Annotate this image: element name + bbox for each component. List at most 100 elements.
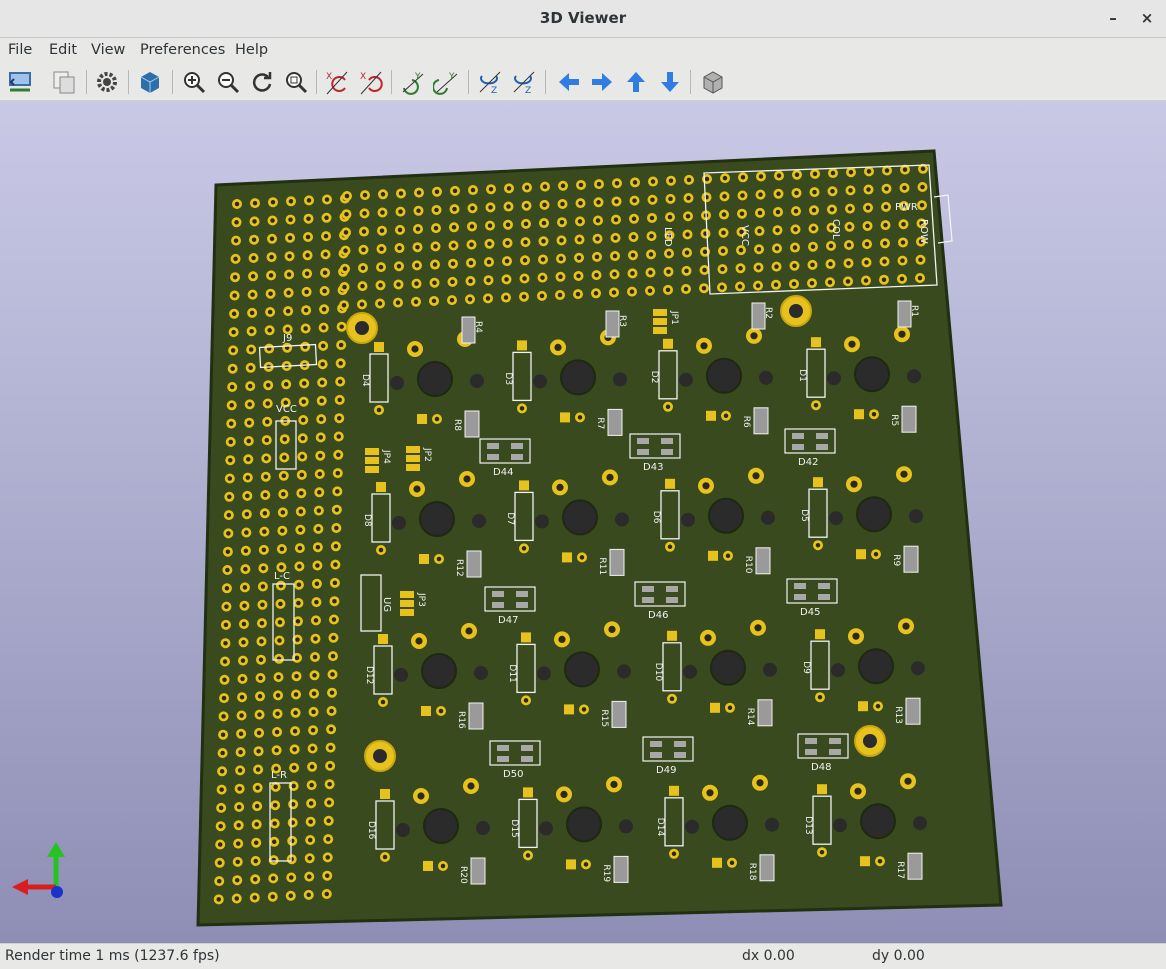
pad-drill [242, 603, 247, 608]
reload-board-icon[interactable] [6, 68, 34, 96]
pan-up-icon[interactable] [622, 68, 650, 96]
pad-drill [864, 241, 870, 247]
pad-drill [335, 489, 340, 494]
pad-drill [523, 698, 529, 703]
rotate-y-cw-icon[interactable]: Y [399, 68, 427, 96]
row-label: ROW [918, 219, 929, 244]
pad-drill [252, 895, 258, 900]
3d-viewport[interactable]: D4 R8 D3 R7 D2 R6 D1 R5 D8 R12 D7 R11 D6 R10 D5 R9 D12 R1… [0, 101, 1166, 943]
pad-drill [397, 227, 403, 233]
pad-drill [727, 705, 733, 711]
led-pad [521, 756, 533, 762]
pad-drill [611, 290, 617, 295]
pad-drill [260, 584, 266, 589]
pad-drill [451, 243, 456, 248]
pad-drill [846, 260, 851, 266]
pad-drill [300, 417, 306, 423]
menu-file[interactable]: File [8, 42, 32, 58]
pad-drill [328, 727, 334, 732]
pad-drill [247, 383, 253, 389]
pad-drill [901, 222, 906, 227]
pad-drill [303, 307, 309, 313]
pad-drill [434, 416, 440, 422]
rotate-x-cw-icon[interactable]: X [323, 68, 351, 96]
pad-drill [504, 277, 509, 282]
jumper-pad [365, 466, 379, 473]
zoom-fit-icon[interactable] [282, 68, 310, 96]
switch-hole [421, 653, 457, 689]
pcb-render[interactable]: D4 R8 D3 R7 D2 R6 D1 R5 D8 R12 D7 R11 D6 R10 D5 R9 D12 R1… [0, 101, 1166, 943]
resistor-label: R18 [747, 863, 757, 881]
redraw-icon[interactable] [248, 68, 276, 96]
pad-drill [246, 438, 252, 444]
svg-text:Z: Z [491, 86, 497, 96]
pad-drill [219, 787, 224, 792]
diode-label: D5 [799, 509, 809, 522]
rotate-z-ccw-icon[interactable]: Z [510, 68, 538, 96]
pad-drill [298, 527, 303, 533]
led-pad [511, 454, 523, 460]
pad-drill [244, 530, 249, 535]
raytracing-cube-icon[interactable] [136, 68, 164, 96]
pad-drill [250, 292, 255, 297]
ortho-toggle-icon[interactable] [699, 68, 727, 96]
pad-drill [380, 192, 386, 197]
switch-hole [706, 357, 742, 394]
pan-left-icon[interactable] [555, 68, 583, 96]
status-bar: Render time 1 ms (1237.6 fps) dx 0.00 dy… [0, 943, 1166, 969]
col-label: COL [830, 219, 841, 240]
pad-drill [303, 326, 308, 331]
zoom-out-icon[interactable] [214, 68, 242, 96]
switch-peg [474, 666, 488, 680]
settings-gear-icon[interactable] [93, 68, 121, 96]
resistor-label: R9 [891, 554, 901, 566]
pad-drill [467, 782, 475, 790]
pan-right-icon[interactable] [588, 68, 616, 96]
led-pad [497, 756, 509, 762]
pad-drill [414, 281, 419, 286]
pad-drill [740, 193, 745, 198]
copy-image-icon[interactable] [50, 68, 78, 96]
pad-drill [380, 699, 386, 705]
rotate-x-ccw-icon[interactable]: X [357, 68, 385, 96]
pad-drill [299, 490, 304, 496]
pan-down-icon[interactable] [656, 68, 684, 96]
jumper-pad [400, 609, 414, 616]
menu-view[interactable]: View [91, 42, 125, 58]
switch-hole [708, 497, 744, 534]
pad-drill [332, 598, 337, 604]
pad-drill [330, 672, 335, 677]
pad-drill [237, 786, 242, 791]
pad-drill [470, 206, 475, 211]
pad-drill [264, 456, 269, 461]
close-button[interactable]: × [1135, 6, 1159, 30]
minimize-button[interactable]: – [1101, 6, 1125, 30]
pad-drill [812, 189, 817, 195]
pad-drill [322, 288, 327, 294]
menu-preferences[interactable]: Preferences [140, 42, 225, 58]
pad-drill [297, 545, 303, 551]
pad-drill [575, 291, 581, 297]
pad-drill [828, 261, 833, 267]
menu-help[interactable]: Help [235, 42, 268, 58]
pad-drill [578, 200, 583, 206]
pad-drill [629, 289, 635, 294]
zoom-in-icon[interactable] [180, 68, 208, 96]
menu-edit[interactable]: Edit [49, 42, 77, 58]
pad-drill [305, 253, 310, 258]
rotate-z-cw-icon[interactable]: Z [476, 68, 504, 96]
pad-drill [301, 381, 307, 386]
pad-drill [794, 190, 799, 196]
switch-peg [472, 514, 486, 528]
led-label: D44 [493, 467, 513, 478]
pad-drill [360, 265, 366, 271]
pad-drill [486, 259, 492, 265]
pad-drill [267, 309, 273, 315]
svg-text:X: X [360, 72, 366, 82]
rotate-y-ccw-icon[interactable]: Y [433, 68, 461, 96]
pad-drill [576, 255, 582, 260]
pad-drill [756, 779, 764, 787]
pad-drill [305, 234, 311, 240]
diode-square-pad [378, 634, 388, 644]
pad-drill [360, 283, 365, 289]
